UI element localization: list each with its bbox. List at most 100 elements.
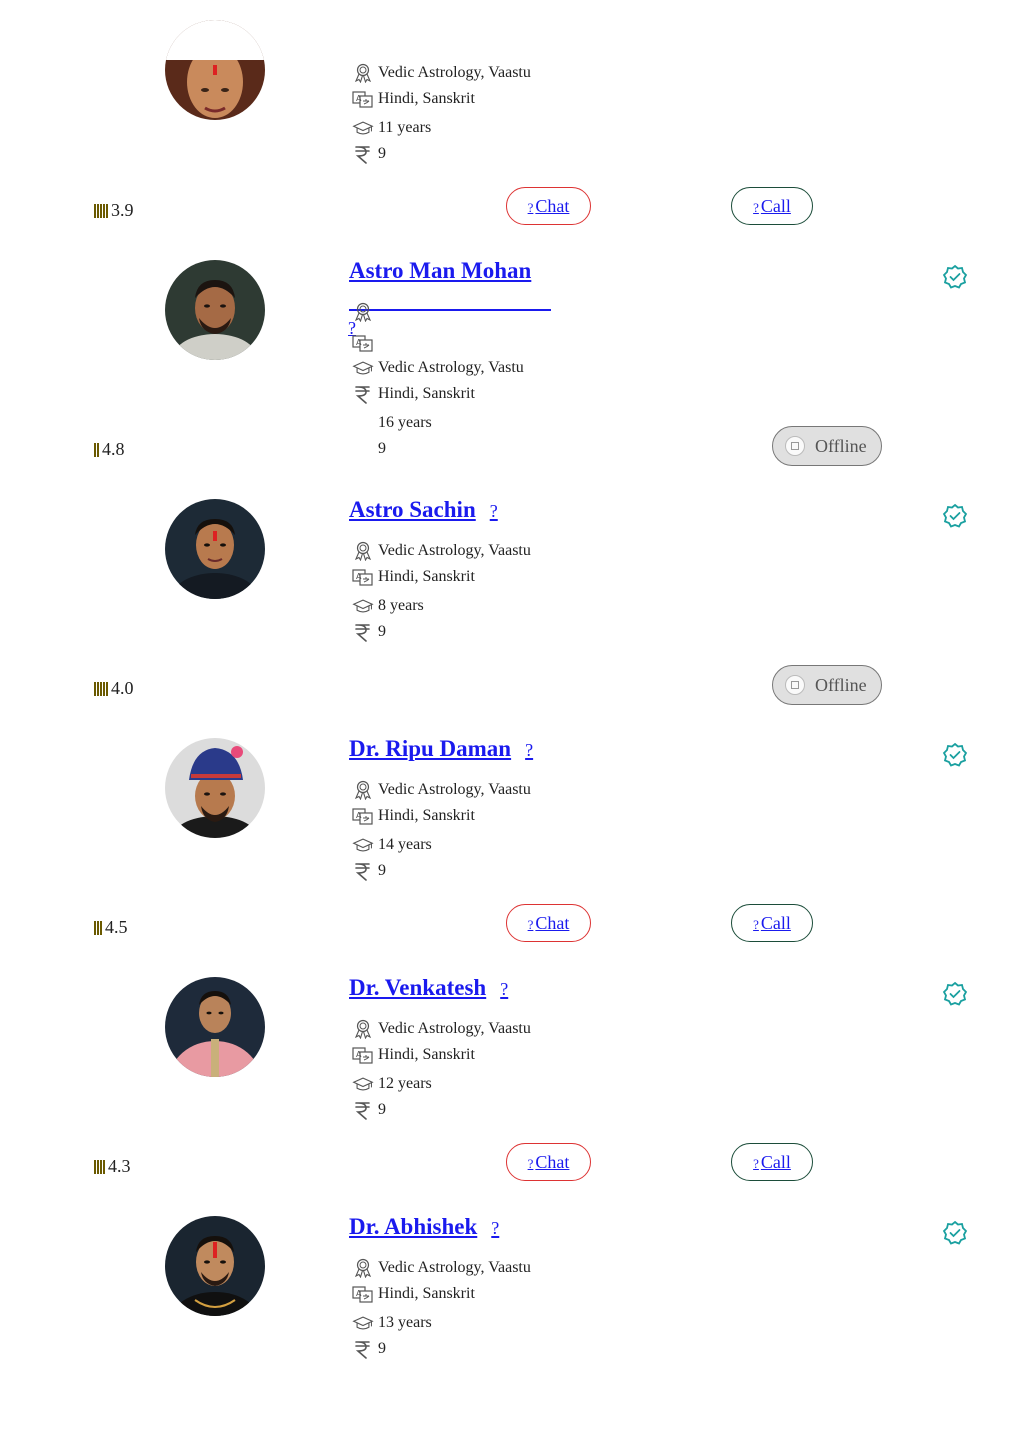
astrologer-card: Dr. Ripu Daman? Vedic Astrology, Vaastu … (0, 736, 1024, 977)
avatar[interactable] (165, 738, 265, 838)
chat-icon: ? (527, 917, 534, 932)
verified-badge-icon (942, 742, 968, 768)
astrologer-name-link[interactable]: Astro Sachin? (349, 497, 498, 524)
astrologer-name-link[interactable]: Dr. Venkatesh? (349, 975, 508, 1002)
call-icon: ? (753, 1156, 759, 1171)
offline-icon (785, 675, 805, 695)
rating-value: 4.3 (108, 1156, 131, 1176)
verified-badge-icon (942, 503, 968, 529)
experience-text: 13 years (378, 1314, 432, 1331)
call-icon: ? (753, 200, 759, 215)
experience-text: 12 years (378, 1075, 432, 1092)
rupee-icon (352, 1339, 374, 1359)
specialty-text: Vedic Astrology, Vaastu (378, 1020, 531, 1037)
award-badge-icon (352, 780, 374, 800)
star-rating-icon (94, 679, 109, 696)
price-text: 9 (378, 623, 386, 640)
call-label: Call (760, 196, 791, 216)
rating: 3.9 (94, 199, 134, 221)
rupee-icon (352, 622, 374, 642)
graduation-cap-icon (352, 1074, 374, 1094)
languages-text: Hindi, Sanskrit (378, 1046, 475, 1063)
astrologer-card: Dr. Abhishek? Vedic Astrology, Vaastu Hi… (0, 1214, 1024, 1455)
rating: 4.5 (94, 916, 128, 938)
call-button[interactable]: ? Call (731, 904, 813, 942)
chat-icon: ? (527, 1156, 534, 1171)
award-badge-icon (352, 1019, 374, 1039)
chat-button[interactable]: ? Chat (506, 187, 591, 225)
star-rating-icon (94, 918, 103, 935)
rating: 4.3 (94, 1155, 131, 1177)
award-badge-icon (352, 1258, 374, 1278)
avatar[interactable] (165, 20, 265, 120)
verified-tofu-icon: ? (489, 501, 498, 521)
verified-badge-icon (942, 264, 968, 290)
call-button[interactable]: ? Call (731, 187, 813, 225)
rating: 4.0 (94, 677, 134, 699)
chat-button[interactable]: ? Chat (506, 1143, 591, 1181)
offline-label: Offline (815, 436, 867, 456)
astrologer-name: Astro Man Mohan (349, 258, 532, 283)
specialty-text: Vedic Astrology, Vastu (378, 359, 524, 376)
languages-text: Hindi, Sanskrit (378, 1285, 475, 1302)
offline-status-button[interactable]: Offline (772, 665, 882, 705)
rating-value: 3.9 (111, 200, 134, 220)
astrologer-name-link[interactable]: Dr. Abhishek? (349, 1214, 499, 1241)
avatar[interactable] (165, 1216, 265, 1316)
astrologer-card: Dr. Venkatesh? Vedic Astrology, Vaastu H… (0, 975, 1024, 1216)
chat-label: Chat (535, 196, 570, 216)
languages-text: Hindi, Sanskrit (378, 90, 475, 107)
language-icon (352, 806, 374, 826)
rupee-icon (352, 861, 374, 881)
rating-value: 4.0 (111, 678, 134, 698)
astrologer-name-link[interactable]: Dr. Ripu Daman? (349, 736, 533, 763)
avatar[interactable] (165, 499, 265, 599)
language-icon (352, 1045, 374, 1065)
rating-value: 4.8 (102, 439, 125, 459)
verified-tofu-icon: ? (491, 1218, 500, 1238)
verified-badge-icon (942, 1220, 968, 1246)
astrologer-card: Astro Sachin? Vedic Astrology, Vaastu Hi… (0, 497, 1024, 738)
avatar[interactable] (165, 977, 265, 1077)
star-rating-icon (94, 1157, 106, 1174)
price-text: 9 (378, 145, 386, 162)
astrologer-name: Dr. Abhishek (349, 1214, 478, 1239)
experience-text: 8 years (378, 597, 424, 614)
verified-badge-icon (942, 981, 968, 1007)
graduation-cap-icon (352, 118, 374, 138)
verified-tofu-icon: ? (525, 740, 534, 760)
verified-tofu-icon: ? (500, 979, 509, 999)
specialty-text: Vedic Astrology, Vaastu (378, 1259, 531, 1276)
experience-text: 14 years (378, 836, 432, 853)
star-rating-icon (94, 201, 109, 218)
astrologer-name-link[interactable]: Astro Man Mohan (349, 258, 531, 284)
graduation-cap-icon (352, 596, 374, 616)
chat-label: Chat (535, 913, 570, 933)
call-label: Call (760, 913, 791, 933)
call-button[interactable]: ? Call (731, 1143, 813, 1181)
languages-text: Hindi, Sanskrit (378, 568, 475, 585)
language-icon (352, 1284, 374, 1304)
astrologer-name: Dr. Venkatesh (349, 975, 487, 1000)
rupee-icon (352, 384, 374, 404)
chat-button[interactable]: ? Chat (506, 904, 591, 942)
experience-text: 11 years (378, 119, 432, 136)
astrologer-card: Astro Man Mohan ? Vedic Astrology, Vastu… (0, 258, 1024, 499)
award-badge-icon (352, 541, 374, 561)
rating-value: 4.5 (105, 917, 128, 937)
offline-status-button[interactable]: Offline (772, 426, 882, 466)
avatar[interactable] (165, 260, 265, 360)
languages-text: Hindi, Sanskrit (378, 385, 475, 402)
specialty-text: Vedic Astrology, Vaastu (378, 542, 531, 559)
rupee-icon (352, 1100, 374, 1120)
rupee-icon (352, 144, 374, 164)
rating: 4.8 (94, 438, 125, 460)
specialty-text: Vedic Astrology, Vaastu (378, 781, 531, 798)
chat-label: Chat (535, 1152, 570, 1172)
price-text: 9 (378, 1101, 386, 1118)
language-icon (352, 567, 374, 587)
name-underline (349, 309, 551, 311)
price-text: 9 (378, 1340, 386, 1357)
specialty-text: Vedic Astrology, Vaastu (378, 64, 531, 81)
language-icon (352, 333, 374, 353)
